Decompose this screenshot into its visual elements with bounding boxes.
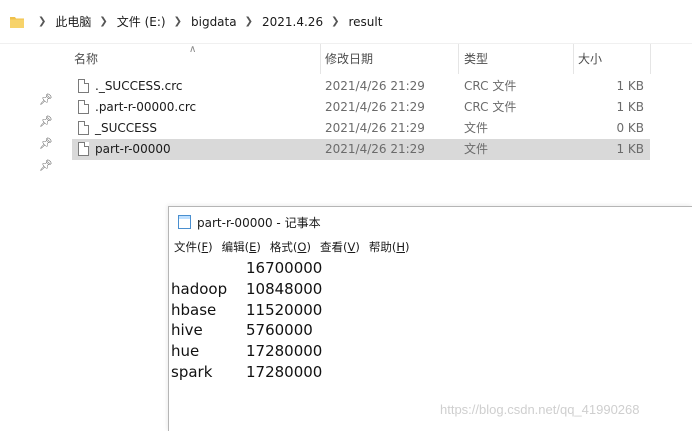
word-key: hue <box>171 342 200 361</box>
breadcrumb-this-pc[interactable]: 此电脑 <box>55 13 91 30</box>
notepad-text-area[interactable]: 16700000 hadoop 10848000 hbase 11520000 … <box>171 258 671 383</box>
file-size: 1 KB <box>616 100 644 114</box>
text-line: spark 17280000 <box>171 362 671 383</box>
file-name: part-r-00000 <box>95 142 171 156</box>
word-count: 5760000 <box>246 321 313 340</box>
chevron-right-icon[interactable]: ❯ <box>331 16 339 27</box>
chevron-right-icon[interactable]: ❯ <box>245 16 253 27</box>
column-date-modified[interactable]: 修改日期 <box>325 44 459 74</box>
word-key: hadoop <box>171 279 228 298</box>
column-type[interactable]: 类型 <box>464 44 574 74</box>
word-count: 16700000 <box>246 259 323 277</box>
watermark: https://blog.csdn.net/qq_41990268 <box>440 402 640 417</box>
file-row[interactable]: _SUCCESS 2021/4/26 21:29 文件 0 KB <box>72 118 650 139</box>
file-row[interactable]: ._SUCCESS.crc 2021/4/26 21:29 CRC 文件 1 K… <box>72 76 650 97</box>
word-count: 10848000 <box>246 279 323 298</box>
menu-edit[interactable]: 编辑(E) <box>222 239 261 255</box>
file-type: CRC 文件 <box>464 79 517 93</box>
breadcrumb-date-folder[interactable]: 2021.4.26 <box>262 15 323 29</box>
text-line: 16700000 <box>171 258 671 279</box>
address-bar[interactable]: ❯ 此电脑 ❯ 文件 (E:) ❯ bigdata ❯ 2021.4.26 ❯ … <box>0 0 692 44</box>
file-size: 1 KB <box>616 79 644 93</box>
text-line: hbase 11520000 <box>171 300 671 321</box>
pin-icon[interactable]: 📌︎ <box>38 132 54 154</box>
menu-help[interactable]: 帮助(H) <box>369 239 410 255</box>
column-divider[interactable] <box>458 44 459 74</box>
column-divider[interactable] <box>650 44 651 74</box>
quick-access-pins: 📌︎ 📌︎ 📌︎ 📌︎ <box>38 88 54 176</box>
word-count: 11520000 <box>246 300 323 319</box>
file-size: 1 KB <box>616 142 644 156</box>
file-row[interactable]: .part-r-00000.crc 2021/4/26 21:29 CRC 文件… <box>72 97 650 118</box>
file-icon <box>78 100 89 114</box>
file-type: CRC 文件 <box>464 100 517 114</box>
file-date-modified: 2021/4/26 21:29 <box>325 142 425 156</box>
file-icon <box>78 142 89 156</box>
pin-icon[interactable]: 📌︎ <box>38 88 54 110</box>
notepad-icon <box>178 215 191 229</box>
column-size[interactable]: 大小 <box>578 44 648 74</box>
column-divider[interactable] <box>320 44 321 74</box>
chevron-right-icon[interactable]: ❯ <box>99 16 107 27</box>
menu-view[interactable]: 查看(V) <box>320 239 360 255</box>
column-divider[interactable] <box>573 44 574 74</box>
text-line: hue 17280000 <box>171 341 671 362</box>
file-date-modified: 2021/4/26 21:29 <box>325 100 425 114</box>
word-key: hive <box>171 321 203 340</box>
breadcrumb-bigdata[interactable]: bigdata <box>191 15 237 29</box>
file-date-modified: 2021/4/26 21:29 <box>325 121 425 135</box>
file-icon <box>78 121 89 135</box>
column-header: ∧ 名称 修改日期 类型 大小 <box>72 44 692 74</box>
word-key: hbase <box>171 300 217 319</box>
file-name: ._SUCCESS.crc <box>95 79 183 93</box>
file-row[interactable]: part-r-00000 2021/4/26 21:29 文件 1 KB <box>72 139 650 160</box>
file-type: 文件 <box>464 121 489 135</box>
file-name: _SUCCESS <box>95 121 157 135</box>
text-line: hadoop 10848000 <box>171 279 671 300</box>
text-line: hive 5760000 <box>171 320 671 341</box>
file-list: ._SUCCESS.crc 2021/4/26 21:29 CRC 文件 1 K… <box>72 76 650 160</box>
word-count: 17280000 <box>246 362 323 381</box>
file-size: 0 KB <box>616 121 644 135</box>
menu-format[interactable]: 格式(O) <box>270 239 311 255</box>
file-date-modified: 2021/4/26 21:29 <box>325 79 425 93</box>
folder-icon <box>10 16 24 28</box>
word-count: 17280000 <box>246 342 323 361</box>
notepad-titlebar[interactable]: part-r-00000 - 记事本 <box>169 207 692 237</box>
column-name[interactable]: 名称 <box>74 44 322 74</box>
notepad-menubar: 文件(F) 编辑(E) 格式(O) 查看(V) 帮助(H) <box>169 237 692 257</box>
file-icon <box>78 79 89 93</box>
chevron-right-icon[interactable]: ❯ <box>38 16 46 27</box>
window-title: part-r-00000 - 记事本 <box>197 215 321 230</box>
file-type: 文件 <box>464 142 489 156</box>
pin-icon[interactable]: 📌︎ <box>38 110 54 132</box>
word-key: spark <box>171 362 213 381</box>
breadcrumb-drive-e[interactable]: 文件 (E:) <box>117 13 166 30</box>
pin-icon[interactable]: 📌︎ <box>38 154 54 176</box>
menu-file[interactable]: 文件(F) <box>174 239 213 255</box>
breadcrumb-result[interactable]: result <box>348 15 382 29</box>
notepad-window[interactable]: part-r-00000 - 记事本 文件(F) 编辑(E) 格式(O) 查看(… <box>168 206 692 431</box>
chevron-right-icon[interactable]: ❯ <box>174 16 182 27</box>
file-name: .part-r-00000.crc <box>95 100 197 114</box>
